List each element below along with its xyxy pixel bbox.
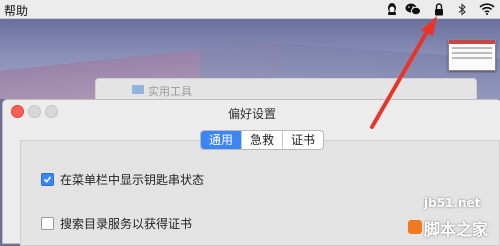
menu-bar: 帮助: [0, 0, 500, 19]
watermark-logo-icon: [408, 220, 422, 234]
preferences-tabs: 通用 急救 证书: [200, 130, 325, 150]
option-label: 在菜单栏中显示钥匙串状态: [60, 173, 205, 187]
tab-certificates[interactable]: 证书: [282, 131, 323, 149]
bluetooth-icon[interactable]: [456, 0, 468, 18]
screenshot-thumbnail[interactable]: [448, 39, 496, 71]
qq-icon[interactable]: [384, 0, 400, 18]
checkbox-search-directory-services[interactable]: [41, 217, 54, 230]
watermark-site: jb51.net: [424, 196, 481, 210]
checkbox-show-keychain-status[interactable]: [41, 173, 54, 186]
folder-icon: [132, 85, 144, 94]
preferences-title: 偏好设置: [227, 107, 276, 121]
option-label: 搜索目录服务以获得证书: [60, 217, 193, 231]
tab-first-aid[interactable]: 急救: [241, 131, 282, 149]
option-show-keychain-status[interactable]: 在菜单栏中显示钥匙串状态: [41, 171, 204, 188]
menu-help[interactable]: 帮助: [4, 2, 28, 19]
lock-icon[interactable]: [432, 0, 446, 18]
wifi-icon[interactable]: [478, 0, 496, 18]
tab-general[interactable]: 通用: [201, 131, 242, 149]
watermark: jb51.net 脚本之家: [408, 196, 498, 240]
option-search-directory-services[interactable]: 搜索目录服务以获得证书: [41, 215, 192, 232]
watermark-brand: 脚本之家: [424, 220, 489, 239]
wechat-icon[interactable]: [404, 0, 422, 18]
preferences-titlebar[interactable]: 偏好设置: [3, 100, 500, 122]
utilities-window-title: 实用工具: [148, 85, 192, 98]
